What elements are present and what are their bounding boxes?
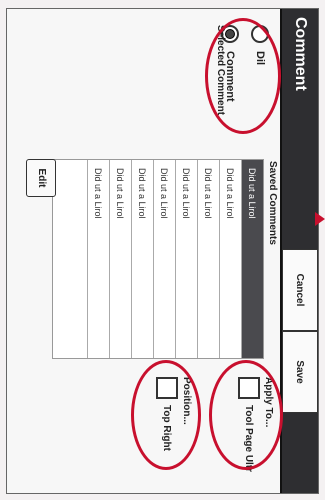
dialog-titlebar: Comment Cancel Save bbox=[280, 9, 318, 493]
list-item[interactable]: Did ut a Lirol bbox=[197, 160, 219, 358]
list-item[interactable]: Did ut a Lirol bbox=[153, 160, 175, 358]
list-item[interactable]: Did ut a Lirol bbox=[175, 160, 197, 358]
rotated-screen: Comment Cancel Save Dil Comment Saved Co… bbox=[0, 0, 325, 500]
list-item[interactable]: Did ut a Lirol bbox=[109, 160, 131, 358]
annotation-circle-apply-to bbox=[209, 360, 283, 470]
edit-button[interactable]: Edit bbox=[26, 159, 56, 197]
cancel-button[interactable]: Cancel bbox=[282, 249, 318, 331]
save-button[interactable]: Save bbox=[282, 331, 318, 413]
list-item[interactable]: Did ut a Lirol bbox=[219, 160, 241, 358]
annotation-circle-mode bbox=[205, 18, 281, 134]
dialog-title: Comment bbox=[292, 17, 309, 91]
saved-comments-list[interactable]: Did ut a Lirol Did ut a Lirol Did ut a L… bbox=[52, 159, 264, 359]
list-item[interactable]: Did ut a Lirol bbox=[87, 160, 109, 358]
annotation-circle-position bbox=[131, 360, 201, 470]
pointer-arrow-icon bbox=[315, 212, 325, 226]
list-item[interactable]: Did ut a Lirol bbox=[131, 160, 153, 358]
saved-comments-label: Saved Comments bbox=[267, 161, 278, 245]
list-item[interactable]: Did ut a Lirol bbox=[241, 160, 263, 358]
